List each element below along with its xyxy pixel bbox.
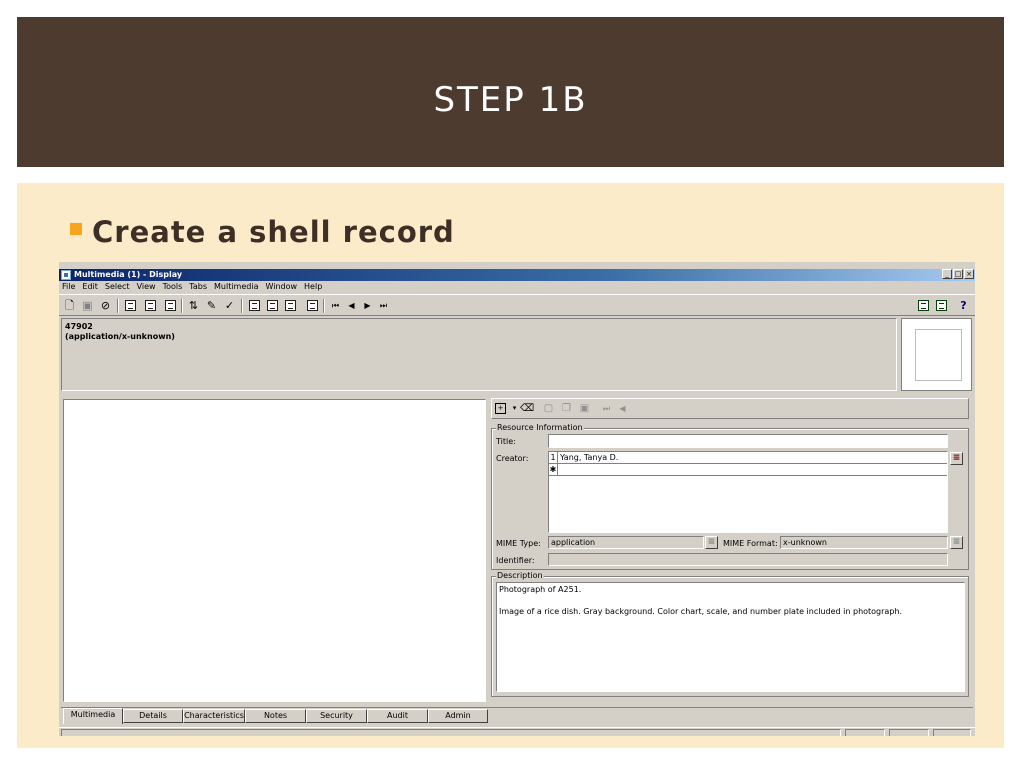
app-window: Multimedia (1) - Display _ □ × File Edit…: [59, 262, 975, 736]
view-c-icon[interactable]: [285, 300, 296, 311]
creator-label: Creator:: [496, 454, 529, 463]
identifier-field[interactable]: [548, 553, 948, 566]
edit-disabled-icon[interactable]: ▢: [542, 402, 555, 415]
status-bar: [59, 727, 975, 736]
window-title: Multimedia (1) - Display: [74, 270, 183, 279]
toolbar-separator: [117, 299, 119, 313]
status-cell-main: [61, 729, 841, 736]
menu-file[interactable]: File: [62, 281, 75, 293]
tab-multimedia[interactable]: Multimedia: [63, 708, 123, 724]
record-c-icon[interactable]: [165, 300, 176, 311]
erase-icon[interactable]: ⌫: [520, 402, 534, 415]
last-icon[interactable]: ⏭: [377, 299, 390, 312]
creator-grid[interactable]: 1 Yang, Tanya D. ✱: [548, 451, 948, 533]
copy-icon[interactable]: [936, 300, 947, 311]
menu-window[interactable]: Window: [265, 281, 297, 293]
export-icon[interactable]: [918, 300, 929, 311]
slide-title: STEP 1B: [433, 80, 588, 120]
menu-edit[interactable]: Edit: [82, 281, 98, 293]
view-b-icon[interactable]: [267, 300, 278, 311]
mime-format-label: MIME Format:: [723, 539, 778, 548]
tab-characteristics[interactable]: Characteristics: [183, 709, 245, 723]
toolbar-separator: [241, 299, 243, 313]
mime-type-label: MIME Type:: [496, 539, 541, 548]
menu-view[interactable]: View: [137, 281, 156, 293]
cancel-icon[interactable]: ⊘: [99, 299, 112, 312]
toolbar-separator: [181, 299, 183, 313]
media-viewer[interactable]: [63, 399, 486, 702]
copy-disabled-icon[interactable]: ❐: [560, 402, 573, 415]
view-d-icon[interactable]: [307, 300, 318, 311]
title-label: Title:: [496, 437, 516, 446]
record-b-icon[interactable]: [145, 300, 156, 311]
mime-type-lookup-button[interactable]: ≡: [705, 536, 718, 549]
main-toolbar: 🗋 ▣ ⊘ ⇅ ✎ ✓ ⏮ ◀ ▶ ⏭ ?: [59, 294, 975, 316]
bottom-tab-bar: Multimedia Details Characteristics Notes…: [61, 707, 973, 725]
insert-icon[interactable]: +: [495, 403, 506, 414]
creator-lookup-button[interactable]: ≡: [950, 452, 963, 465]
description-line: Image of a rice dish. Gray background. C…: [499, 607, 903, 616]
thumbnail-frame[interactable]: [901, 318, 972, 391]
creator-row-number: 1: [549, 452, 558, 463]
description-textarea[interactable]: Photograph of A251. Image of a rice dish…: [496, 582, 965, 692]
minimize-button[interactable]: _: [942, 269, 952, 279]
creator-row[interactable]: 1 Yang, Tanya D.: [549, 452, 947, 464]
description-line: Photograph of A251.: [499, 585, 582, 594]
slide-header: STEP 1B: [17, 17, 1004, 167]
resource-toolbar: + ▾ ⌫ ▢ ❐ ▣ ⏭ ◀: [491, 398, 969, 419]
identifier-label: Identifier:: [496, 556, 535, 565]
status-cell: [845, 729, 885, 736]
thumbnail-image: [915, 329, 962, 381]
sort-icon[interactable]: ⇅: [187, 299, 200, 312]
menu-help[interactable]: Help: [304, 281, 322, 293]
record-id: 47902: [65, 322, 93, 331]
status-cell: [889, 729, 929, 736]
record-header: 47902 (application/x-unknown): [61, 318, 897, 391]
help-pointer-icon[interactable]: ?: [957, 299, 970, 312]
tab-notes[interactable]: Notes: [245, 709, 306, 723]
creator-new-row[interactable]: ✱: [549, 464, 947, 476]
window-titlebar[interactable]: Multimedia (1) - Display _ □ ×: [59, 269, 975, 281]
toolbar-separator: [323, 299, 325, 313]
title-field[interactable]: [548, 434, 948, 448]
creator-name: Yang, Tanya D.: [560, 453, 619, 462]
close-button[interactable]: ×: [964, 269, 974, 279]
menu-tabs[interactable]: Tabs: [189, 281, 207, 293]
tab-audit[interactable]: Audit: [367, 709, 428, 723]
bullet-text: Create a shell record: [92, 215, 455, 249]
mime-format-field[interactable]: x-unknown: [780, 536, 948, 549]
tab-security[interactable]: Security: [306, 709, 367, 723]
bullet-square-icon: [70, 223, 82, 235]
prev-disabled-icon[interactable]: ◀: [616, 402, 629, 415]
edit-icon[interactable]: ✎: [205, 299, 218, 312]
maximize-button[interactable]: □: [953, 269, 963, 279]
bullet-item: Create a shell record: [70, 212, 455, 252]
resource-information-label: Resource Information: [496, 423, 584, 433]
save-disabled-icon[interactable]: ▣: [578, 402, 591, 415]
next-icon[interactable]: ▶: [361, 299, 374, 312]
next-disabled-icon[interactable]: ⏭: [600, 402, 613, 415]
mime-format-lookup-button[interactable]: ≡: [950, 536, 963, 549]
menu-multimedia[interactable]: Multimedia: [214, 281, 258, 293]
tab-admin[interactable]: Admin: [428, 709, 488, 723]
tab-details[interactable]: Details: [123, 709, 183, 723]
save-icon[interactable]: ▣: [81, 299, 94, 312]
record-a-icon[interactable]: [125, 300, 136, 311]
new-icon[interactable]: 🗋: [63, 299, 76, 312]
menu-bar: File Edit Select View Tools Tabs Multime…: [59, 281, 975, 293]
view-a-icon[interactable]: [249, 300, 260, 311]
record-type: (application/x-unknown): [65, 332, 175, 341]
new-row-marker-icon: ✱: [549, 464, 558, 475]
status-cell: [933, 729, 971, 736]
window-controls: _ □ ×: [942, 269, 974, 279]
menu-tools[interactable]: Tools: [163, 281, 183, 293]
prev-icon[interactable]: ◀: [345, 299, 358, 312]
first-icon[interactable]: ⏮: [329, 299, 342, 312]
app-icon[interactable]: [61, 270, 71, 280]
mime-type-field[interactable]: application: [548, 536, 704, 549]
description-label: Description: [496, 571, 544, 581]
spellcheck-icon[interactable]: ✓: [223, 299, 236, 312]
menu-select[interactable]: Select: [105, 281, 130, 293]
